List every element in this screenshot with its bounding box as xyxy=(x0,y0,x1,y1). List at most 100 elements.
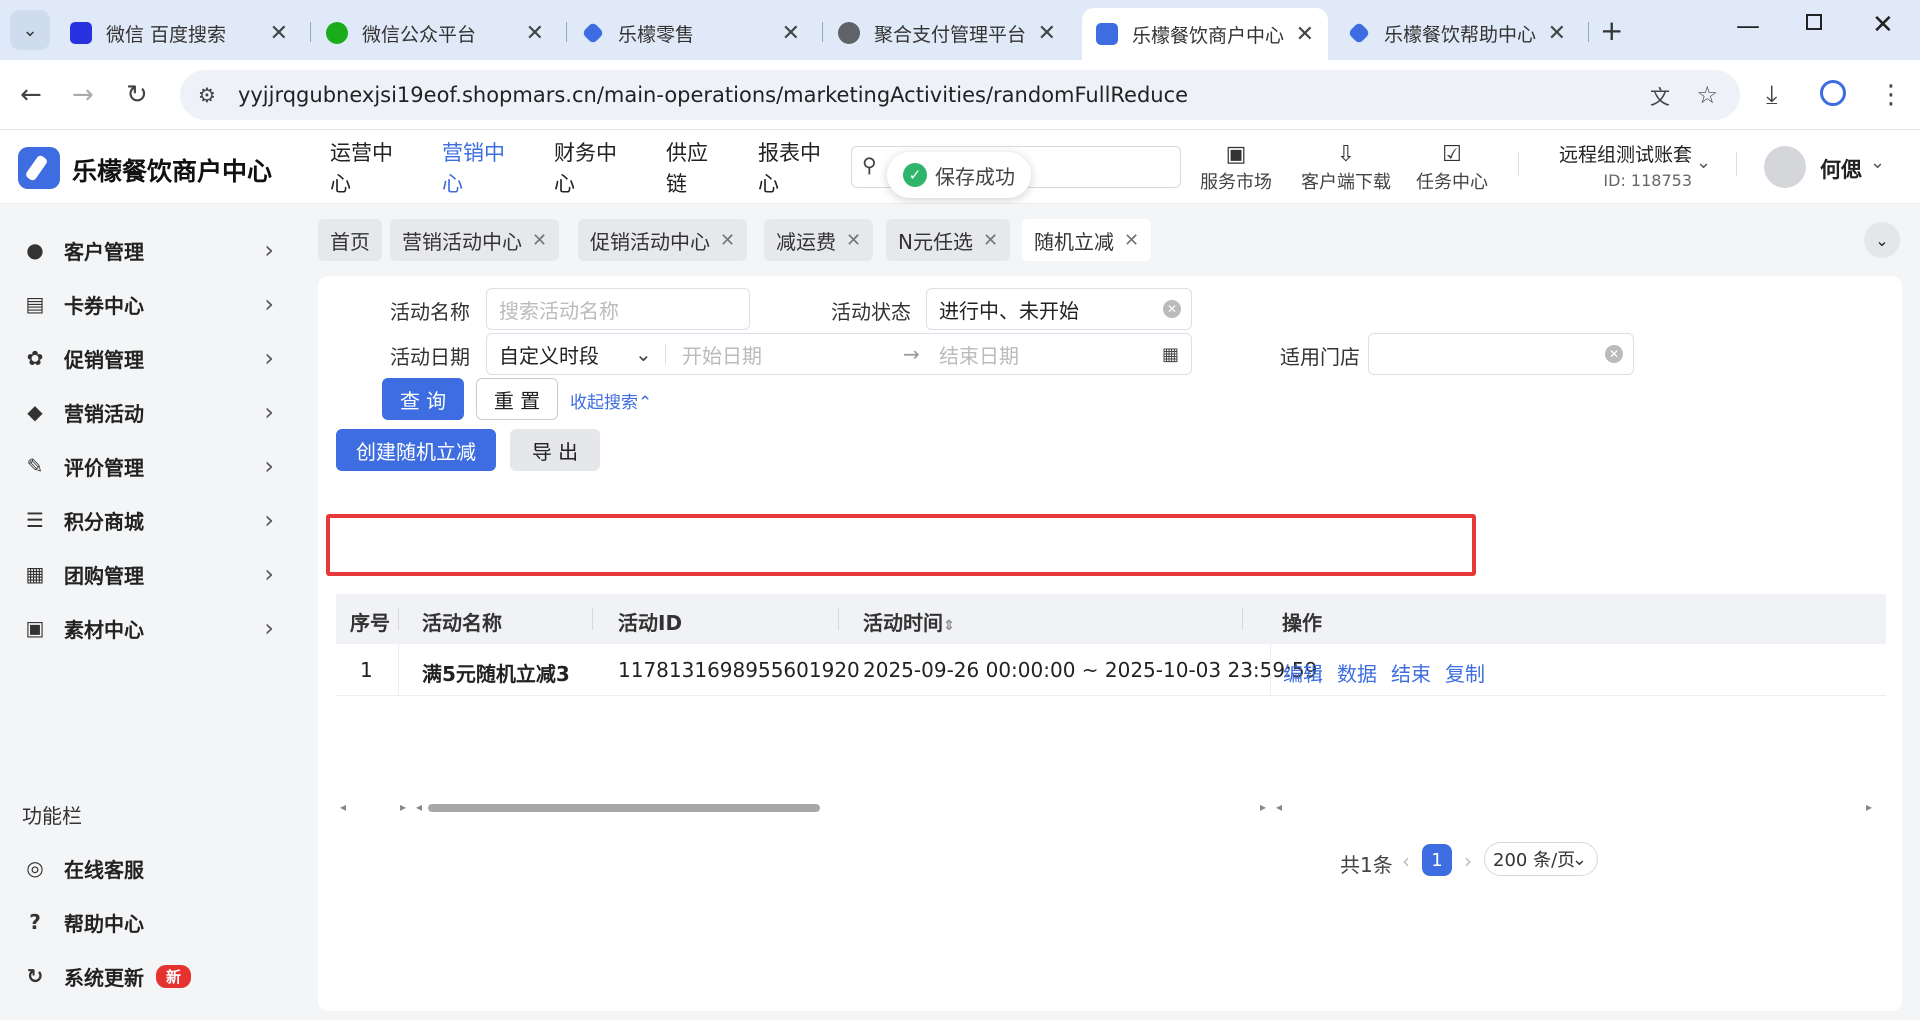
scrollbar-thumb[interactable] xyxy=(428,804,820,812)
minimize-icon[interactable]: — xyxy=(1736,12,1760,40)
menu-icon[interactable]: ⋮ xyxy=(1878,80,1904,110)
close-icon[interactable]: ✕ xyxy=(532,230,547,251)
close-icon[interactable]: ✕ xyxy=(526,21,544,46)
close-icon[interactable]: ✕ xyxy=(983,230,998,251)
reset-button[interactable]: 重 置 xyxy=(476,378,558,420)
sidebar-item-marketing[interactable]: ◆ 营销活动 › xyxy=(24,392,274,432)
page-tab-marketing-center[interactable]: 营销活动中心 ✕ xyxy=(390,219,560,261)
collapse-search-link[interactable]: 收起搜索⌃ xyxy=(570,388,652,413)
sidebar-item-promotion[interactable]: ✿ 促销管理 › xyxy=(24,338,274,378)
close-icon[interactable]: ✕ xyxy=(1124,230,1139,251)
downloads-icon[interactable]: ⤓ xyxy=(1766,80,1778,111)
close-icon[interactable]: ✕ xyxy=(1038,21,1056,46)
close-icon[interactable]: ✕ xyxy=(720,230,735,251)
new-badge: 新 xyxy=(156,964,192,988)
sidebar-item-customers[interactable]: ● 客户管理 › xyxy=(24,230,274,270)
end-date-input[interactable]: 结束日期 xyxy=(939,340,1019,369)
page-tab-n-choice[interactable]: N元任选 ✕ xyxy=(886,219,1011,261)
close-icon[interactable]: ✕ xyxy=(270,21,288,46)
nav-supply-chain[interactable]: 供应 链 xyxy=(666,138,736,200)
service-market-button[interactable]: ▣ 服务市场 xyxy=(1196,142,1276,194)
clear-icon[interactable]: ✕ xyxy=(1605,345,1623,363)
sort-icon[interactable]: ⇕ xyxy=(943,618,955,634)
nav-finance[interactable]: 财务中 心 xyxy=(554,138,624,200)
window-close-icon[interactable]: ✕ xyxy=(1872,10,1894,40)
col-index: 序号 xyxy=(350,611,390,635)
nav-operations[interactable]: 运营中 心 xyxy=(330,138,400,200)
browser-tab-5-active[interactable]: 乐檬餐饮商户中心 ✕ xyxy=(1082,8,1328,60)
restore-icon[interactable] xyxy=(1806,14,1822,30)
chevron-right-icon: › xyxy=(264,560,274,588)
edit-link[interactable]: 编辑 xyxy=(1283,658,1323,687)
data-link[interactable]: 数据 xyxy=(1337,658,1377,687)
chevron-down-icon[interactable]: ⌄ xyxy=(1864,222,1900,258)
profile-icon[interactable] xyxy=(1820,80,1846,106)
close-icon[interactable]: ✕ xyxy=(782,21,800,46)
next-page-icon[interactable]: › xyxy=(1464,849,1472,873)
query-button[interactable]: 查 询 xyxy=(382,378,464,420)
avatar[interactable] xyxy=(1764,146,1806,188)
close-icon[interactable]: ✕ xyxy=(1548,21,1566,46)
account-switcher[interactable]: 远程组测试账套 ID: 118753 xyxy=(1554,140,1692,190)
sidebar-item-materials[interactable]: ▣ 素材中心 › xyxy=(24,608,274,648)
brand-name: 乐檬餐饮商户中心 xyxy=(72,157,273,186)
col-time[interactable]: 活动时间⇕ xyxy=(863,607,955,636)
reload-icon[interactable]: ↻ xyxy=(126,80,148,110)
address-bar[interactable]: ⚙ yyjjrqgubnexjsi19eof.shopmars.cn/main-… xyxy=(180,70,1740,120)
chevron-down-icon[interactable]: ⌄ xyxy=(1696,152,1711,173)
page-tab-promotion-center[interactable]: 促销活动中心 ✕ xyxy=(578,219,748,261)
date-range-picker[interactable]: 自定义时段 ⌄ 开始日期 → 结束日期 ▦ xyxy=(486,333,1192,375)
back-icon[interactable]: ← xyxy=(20,80,42,110)
start-date-input[interactable]: 开始日期 xyxy=(682,340,762,369)
end-link[interactable]: 结束 xyxy=(1391,658,1431,687)
page-tab-random-reduce[interactable]: 随机立减 ✕ xyxy=(1022,219,1152,261)
lemeng-icon xyxy=(1347,21,1371,45)
activity-status-select[interactable]: 进行中、未开始 ✕ xyxy=(926,288,1192,330)
forward-icon[interactable]: → xyxy=(72,80,94,110)
sidebar-item-cards[interactable]: ▤ 卡券中心 › xyxy=(24,284,274,324)
sidebar-item-group-buy[interactable]: ▦ 团购管理 › xyxy=(24,554,274,594)
page-tab-home[interactable]: 首页 xyxy=(318,219,382,261)
new-tab-button[interactable]: + xyxy=(1600,14,1623,47)
sidebar-item-help-center[interactable]: ? 帮助中心 xyxy=(24,902,274,942)
sidebar-item-online-service[interactable]: ◎ 在线客服 xyxy=(24,848,274,888)
activity-name-input[interactable]: 搜索活动名称 xyxy=(486,288,750,330)
sidebar-item-label: 营销活动 xyxy=(64,401,144,426)
clear-icon[interactable]: ✕ xyxy=(1163,300,1181,318)
browser-tab-4[interactable]: 聚合支付管理平台 ✕ xyxy=(824,12,1070,54)
client-download-button[interactable]: ⇩ 客户端下载 xyxy=(1296,142,1396,194)
chevron-down-icon[interactable]: ⌄ xyxy=(1870,152,1885,173)
refresh-icon: ↻ xyxy=(26,964,44,988)
copy-link[interactable]: 复制 xyxy=(1445,658,1485,687)
date-mode-select[interactable]: 自定义时段 xyxy=(499,340,599,369)
tab-title: 乐檬餐饮帮助中心 xyxy=(1384,23,1537,46)
bookmark-star-icon[interactable]: ☆ xyxy=(1696,81,1718,109)
sidebar-item-system-update[interactable]: ↻ 系统更新新 xyxy=(24,956,274,996)
page-tab-shipping-reduction[interactable]: 减运费 ✕ xyxy=(764,219,874,261)
page-tab-label: N元任选 xyxy=(898,229,973,254)
store-select[interactable]: ✕ xyxy=(1368,333,1634,375)
tool-label: 客户端下载 xyxy=(1301,172,1391,193)
task-center-button[interactable]: ☑ 任务中心 xyxy=(1412,142,1492,194)
browser-tab-3[interactable]: 乐檬零售 ✕ xyxy=(568,12,814,54)
activity-name-label: 活动名称 xyxy=(390,300,470,324)
close-icon[interactable]: ✕ xyxy=(846,230,861,251)
browser-tab-1[interactable]: 微信 百度搜索 ✕ xyxy=(56,12,302,54)
browser-tab-6[interactable]: 乐檬餐饮帮助中心 ✕ xyxy=(1334,12,1580,54)
tab-search-button[interactable]: ⌄ xyxy=(10,10,50,50)
site-info-icon[interactable]: ⚙ xyxy=(198,83,216,107)
sidebar-item-points-mall[interactable]: ☰ 积分商城 › xyxy=(24,500,274,540)
browser-tab-2[interactable]: 微信公众平台 ✕ xyxy=(312,12,558,54)
user-name[interactable]: 何偲 xyxy=(1820,154,1862,184)
create-random-reduce-button[interactable]: 创建随机立减 xyxy=(336,429,496,471)
nav-reports[interactable]: 报表中 心 xyxy=(758,138,828,200)
export-button[interactable]: 导 出 xyxy=(510,429,600,471)
nav-marketing[interactable]: 营销中 心 xyxy=(442,138,512,200)
close-icon[interactable]: ✕ xyxy=(1296,22,1314,47)
page-number[interactable]: 1 xyxy=(1422,844,1452,876)
prev-page-icon[interactable]: ‹ xyxy=(1402,849,1410,873)
translate-icon[interactable]: 文 xyxy=(1650,81,1670,110)
horizontal-scrollbar[interactable]: ◂ ▸ ◂ ▸ ◂ ▸ xyxy=(336,796,1886,822)
sidebar-item-reviews[interactable]: ✎ 评价管理 › xyxy=(24,446,274,486)
page-size-select[interactable]: 200 条/页 ⌄ xyxy=(1484,842,1598,876)
